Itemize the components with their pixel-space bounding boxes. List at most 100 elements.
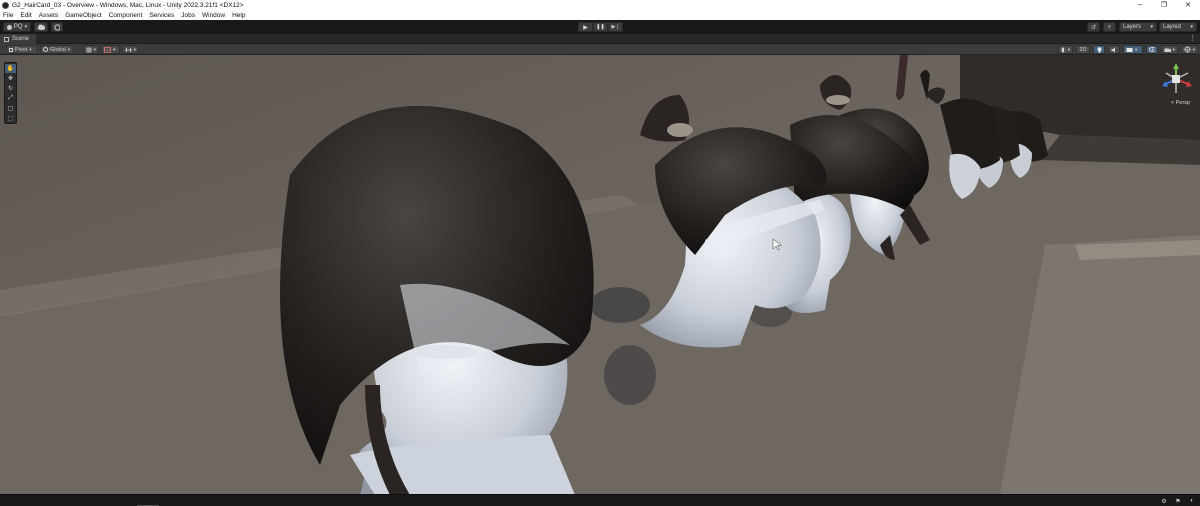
tab-menu-icon[interactable]: ⋮ [1189, 34, 1196, 44]
layers-dropdown[interactable]: Layers ▾ [1119, 22, 1157, 32]
menu-jobs[interactable]: Jobs [181, 12, 195, 19]
rect-tool-icon[interactable]: ▢ [5, 104, 16, 113]
orientation-gizmo[interactable] [1158, 61, 1194, 97]
chevron-down-icon: ▾ [1192, 46, 1195, 52]
eye-icon [1149, 47, 1155, 52]
tab-scene-label: Scene [12, 36, 30, 42]
speaker-icon [1111, 47, 1115, 52]
close-button[interactable]: ✕ [1176, 0, 1200, 10]
grid-icon [86, 46, 92, 53]
unity-logo-icon [2, 1, 9, 9]
undo-history-button[interactable]: ↺ [1087, 22, 1100, 32]
scale-tool-icon[interactable]: ⤢ [5, 94, 16, 103]
collab-icon [54, 23, 60, 31]
scene-visibility-toggle[interactable] [1146, 45, 1158, 54]
status-icons: ⚙ ⚑ ◐ [1154, 497, 1196, 505]
pause-button[interactable]: ❚❚ [593, 22, 608, 32]
chevron-down-icon: ▾ [1067, 46, 1070, 52]
pivot-icon [9, 47, 13, 52]
tab-scene[interactable]: Scene [0, 34, 36, 44]
mode-2d-toggle[interactable]: 2D [1076, 45, 1090, 54]
minimize-button[interactable]: ─ [1128, 0, 1152, 10]
globe-icon [43, 47, 48, 52]
head-shadow [604, 345, 656, 405]
alcove-ledge [1040, 135, 1200, 165]
play-button[interactable]: ▶ [578, 22, 593, 32]
layout-dropdown[interactable]: Layout ▾ [1159, 22, 1197, 32]
menu-assets[interactable]: Assets [39, 12, 59, 19]
gizmos-dropdown[interactable]: ▾ [1181, 45, 1198, 54]
head-foreground [280, 105, 594, 494]
menu-file[interactable]: File [3, 12, 13, 19]
gizmos-icon [1184, 46, 1191, 53]
chevron-down-icon: ▾ [1135, 46, 1138, 52]
chevron-down-icon: ▾ [67, 46, 71, 52]
scene-viewport[interactable]: ✋ ✥ ↻ ⤢ ▢ ⬚ < Persp [0, 55, 1200, 494]
chevron-down-icon: ▾ [1172, 46, 1175, 52]
lightbulb-icon [1097, 46, 1101, 53]
step-button[interactable]: ▶❘ [608, 22, 623, 32]
layers-label: Layers [1123, 24, 1142, 30]
account-icon [6, 24, 12, 30]
grid-snap-button[interactable]: ▾ [83, 45, 99, 54]
progress-icon[interactable]: ◐ [1188, 497, 1196, 505]
shading-mode-icon [1061, 46, 1066, 53]
maximize-button[interactable]: ❐ [1152, 0, 1176, 10]
flag-icon[interactable]: ⚑ [1174, 497, 1182, 505]
global-dropdown[interactable]: Global ▾ [40, 45, 74, 54]
chevron-down-icon: ▾ [93, 46, 96, 52]
settings-icon[interactable]: ⚙ [1160, 497, 1168, 505]
history-icon: ↺ [1090, 24, 1097, 31]
head-shadow [590, 287, 650, 323]
move-tool-icon[interactable]: ✥ [5, 74, 16, 83]
play-controls: ▶ ❚❚ ▶❘ [578, 22, 623, 32]
menu-gameobject[interactable]: GameObject [65, 12, 102, 19]
cloud-icon [37, 24, 45, 30]
effects-dropdown[interactable]: ▾ [1123, 45, 1143, 54]
increment-snap-button[interactable]: ▾ [122, 45, 139, 54]
menu-component[interactable]: Component [109, 12, 143, 19]
scene-tools-panel: ✋ ✥ ↻ ⤢ ▢ ⬚ [4, 62, 17, 124]
menu-services[interactable]: Services [149, 12, 174, 19]
search-button[interactable]: ⌕ [1103, 22, 1116, 32]
cloud-button[interactable] [34, 22, 48, 32]
menu-edit[interactable]: Edit [20, 12, 31, 19]
layout-label: Layout [1163, 24, 1182, 30]
lighting-toggle[interactable] [1093, 45, 1105, 54]
audio-toggle[interactable] [1108, 45, 1120, 54]
draw-mode-dropdown[interactable]: ▾ [1058, 45, 1073, 54]
mode-2d-label: 2D [1079, 46, 1087, 53]
chevron-down-icon: ▾ [133, 46, 136, 52]
title-bar: G2_HairCard_03 - Overview - Windows, Mac… [0, 0, 1200, 10]
account-dropdown[interactable]: PQ ▾ [3, 22, 31, 32]
search-icon: ⌕ [1107, 23, 1112, 30]
scene-tab-icon [4, 36, 9, 42]
status-bar: ⚙ ⚑ ◐ [0, 494, 1200, 506]
chevron-down-icon: ▾ [1150, 24, 1153, 30]
camera-dropdown[interactable]: ▾ [1161, 45, 1178, 54]
pivot-dropdown[interactable]: Pivot ▾ [6, 45, 38, 54]
tab-bar: Scene ⋮ [0, 34, 1200, 44]
chevron-down-icon: ▾ [24, 24, 28, 30]
scene-render [0, 55, 1200, 494]
perspective-label[interactable]: < Persp [1171, 100, 1190, 106]
menu-window[interactable]: Window [202, 12, 225, 19]
window-title: G2_HairCard_03 - Overview - Windows, Mac… [12, 1, 244, 9]
grid-visibility-button[interactable]: ▾ [101, 45, 120, 54]
global-label: Global [50, 46, 66, 53]
rotate-tool-icon[interactable]: ↻ [5, 84, 16, 93]
pivot-label: Pivot [15, 46, 28, 53]
scene-toolbar: Pivot ▾ Global ▾ ▾ ▾ ▾ ▾ 2D ▾ ▾ ▾ [0, 44, 1200, 55]
account-label: PQ [13, 24, 23, 30]
hand-tool-icon[interactable]: ✋ [5, 64, 16, 73]
chevron-down-icon: ▾ [1190, 24, 1193, 30]
chevron-down-icon: ▾ [29, 46, 32, 52]
collab-button[interactable] [51, 22, 63, 32]
menu-bar: File Edit Assets GameObject Component Se… [0, 10, 1200, 20]
snap-icon [125, 47, 132, 52]
transform-tool-icon[interactable]: ⬚ [5, 114, 16, 123]
menu-help[interactable]: Help [232, 12, 245, 19]
main-toolbar: PQ ▾ ▶ ❚❚ ▶❘ ↺ ⌕ Layers ▾ Layout ▾ [0, 20, 1200, 34]
window-controls: ─ ❐ ✕ [1128, 0, 1200, 10]
chevron-down-icon: ▾ [113, 46, 116, 52]
